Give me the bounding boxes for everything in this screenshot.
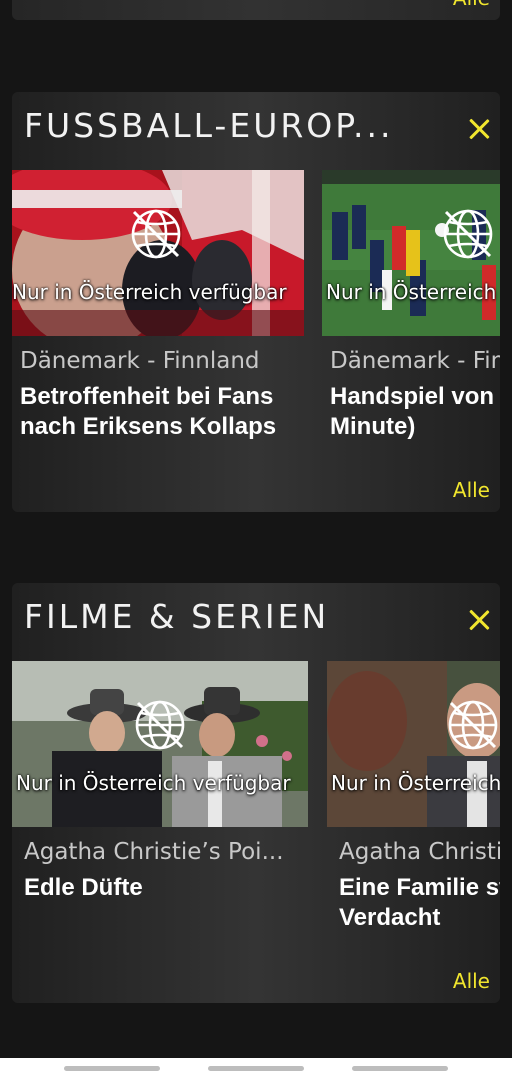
- nav-indicator[interactable]: [352, 1066, 448, 1071]
- nav-indicator[interactable]: [64, 1066, 160, 1071]
- video-thumbnail[interactable]: Nur in Österreich verfügbar: [327, 661, 500, 827]
- previous-section-more-link[interactable]: Alle: [453, 0, 490, 10]
- geo-restriction-label: Nur in Österreich verfügbar: [326, 280, 500, 304]
- section-fussball: FUSSBALL-EUROP... Nur in Österreich verf…: [12, 92, 500, 512]
- card-subtitle: Agatha Christie’s Poirot: [339, 839, 500, 865]
- section-title: FILME & SERIEN: [24, 597, 330, 636]
- globe-crossed-icon: [131, 209, 181, 259]
- video-card[interactable]: Nur in Österreich verfügbar Dänemark - F…: [12, 170, 310, 442]
- video-card[interactable]: Nur in Österreich verfügbar Dänemark - F…: [322, 170, 500, 442]
- card-subtitle: Dänemark - Finnland: [330, 348, 500, 374]
- section-filme-serien: FILME & SERIEN Nur in Österreich verfügb…: [12, 583, 500, 1003]
- card-subtitle: Agatha Christie’s Poi...: [24, 839, 284, 865]
- close-icon[interactable]: [468, 118, 490, 140]
- card-title: Eine Familie steht unter Verdacht: [339, 874, 500, 931]
- card-title: Edle Düfte: [24, 874, 143, 901]
- globe-crossed-icon: [135, 700, 185, 750]
- section-more-link[interactable]: Alle: [453, 969, 490, 993]
- video-card[interactable]: Nur in Österreich verfügbar Agatha Chris…: [12, 661, 314, 903]
- geo-restriction-label: Nur in Österreich verfügbar: [16, 771, 291, 795]
- geo-restriction-label: Nur in Österreich verfügbar: [331, 771, 500, 795]
- video-thumbnail[interactable]: Nur in Österreich verfügbar: [12, 170, 304, 336]
- previous-section-card: Alle: [12, 0, 500, 20]
- video-thumbnail[interactable]: Nur in Österreich verfügbar: [12, 661, 308, 827]
- section-title: FUSSBALL-EUROP...: [24, 106, 394, 145]
- close-icon[interactable]: [468, 609, 490, 631]
- system-navigation-bar: [0, 1058, 512, 1080]
- card-subtitle: Dänemark - Finnland: [20, 348, 260, 374]
- card-title: Handspiel von (DEN) (87. Minute): [330, 383, 500, 440]
- video-thumbnail[interactable]: Nur in Österreich verfügbar: [322, 170, 500, 336]
- video-card[interactable]: Nur in Österreich verfügbar Agatha Chris…: [327, 661, 500, 933]
- geo-restriction-label: Nur in Österreich verfügbar: [12, 280, 287, 304]
- globe-crossed-icon: [443, 209, 493, 259]
- globe-crossed-icon: [448, 700, 498, 750]
- nav-indicator[interactable]: [208, 1066, 304, 1071]
- section-more-link[interactable]: Alle: [453, 478, 490, 502]
- card-title: Betroffenheit bei Fans nach Eriksens Kol…: [20, 383, 277, 440]
